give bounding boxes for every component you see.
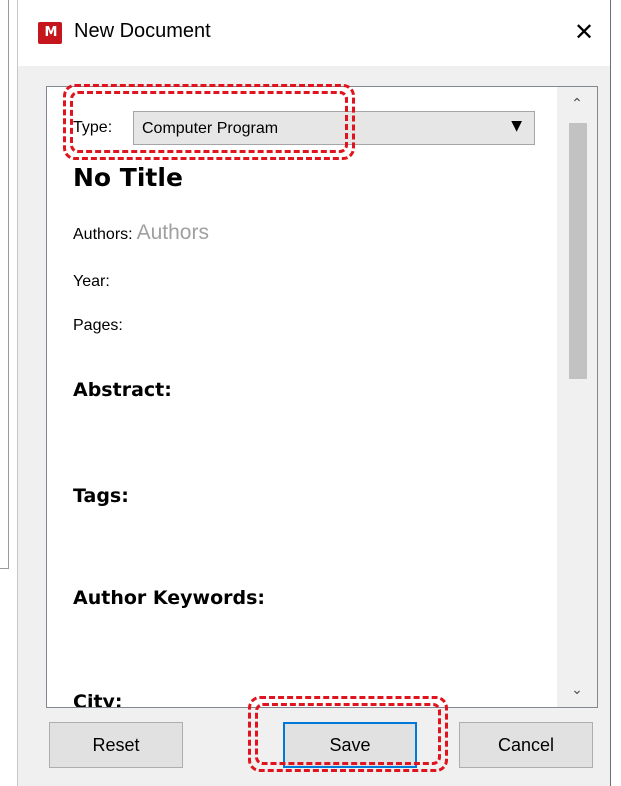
- authors-field[interactable]: Authors: Authors: [73, 221, 209, 245]
- mendeley-logo-icon: M: [38, 22, 62, 44]
- year-label: Year:: [73, 273, 110, 290]
- year-field[interactable]: Year:: [73, 273, 110, 291]
- screen: M New Document ✕ Type: Computer Program …: [0, 0, 621, 786]
- city-heading: City:: [73, 691, 123, 708]
- dialog-titlebar: M New Document ✕: [18, 0, 610, 66]
- document-details-content: Type: Computer Program ▼ No Title Author…: [47, 87, 557, 707]
- type-dropdown-value: Computer Program: [142, 120, 279, 137]
- document-title[interactable]: No Title: [73, 163, 183, 192]
- tags-heading: Tags:: [73, 485, 129, 507]
- cancel-button[interactable]: Cancel: [459, 722, 593, 768]
- type-dropdown[interactable]: Computer Program ▼: [133, 111, 535, 145]
- authors-placeholder: Authors: [136, 221, 209, 244]
- authors-label: Authors:: [73, 226, 133, 243]
- chevron-down-icon: ▼: [511, 118, 522, 134]
- pages-label: Pages:: [73, 317, 123, 334]
- type-label: Type:: [73, 119, 113, 136]
- dialog-title: New Document: [74, 20, 211, 42]
- pages-field[interactable]: Pages:: [73, 317, 123, 335]
- close-button[interactable]: ✕: [564, 12, 604, 52]
- type-row: Type: Computer Program ▼: [73, 111, 553, 147]
- author-keywords-heading: Author Keywords:: [73, 587, 266, 609]
- scroll-down-icon[interactable]: ⌄: [557, 673, 597, 707]
- new-document-dialog: M New Document ✕ Type: Computer Program …: [17, 0, 610, 786]
- scroll-up-icon[interactable]: ⌃: [557, 87, 597, 121]
- document-details-panel: Type: Computer Program ▼ No Title Author…: [46, 86, 598, 708]
- scrollbar-thumb[interactable]: [569, 123, 587, 379]
- save-button[interactable]: Save: [283, 722, 417, 768]
- vertical-scrollbar[interactable]: ⌃ ⌄: [557, 87, 597, 707]
- reset-button[interactable]: Reset: [49, 722, 183, 768]
- abstract-heading: Abstract:: [73, 379, 172, 401]
- background-window-edge: [0, 0, 9, 569]
